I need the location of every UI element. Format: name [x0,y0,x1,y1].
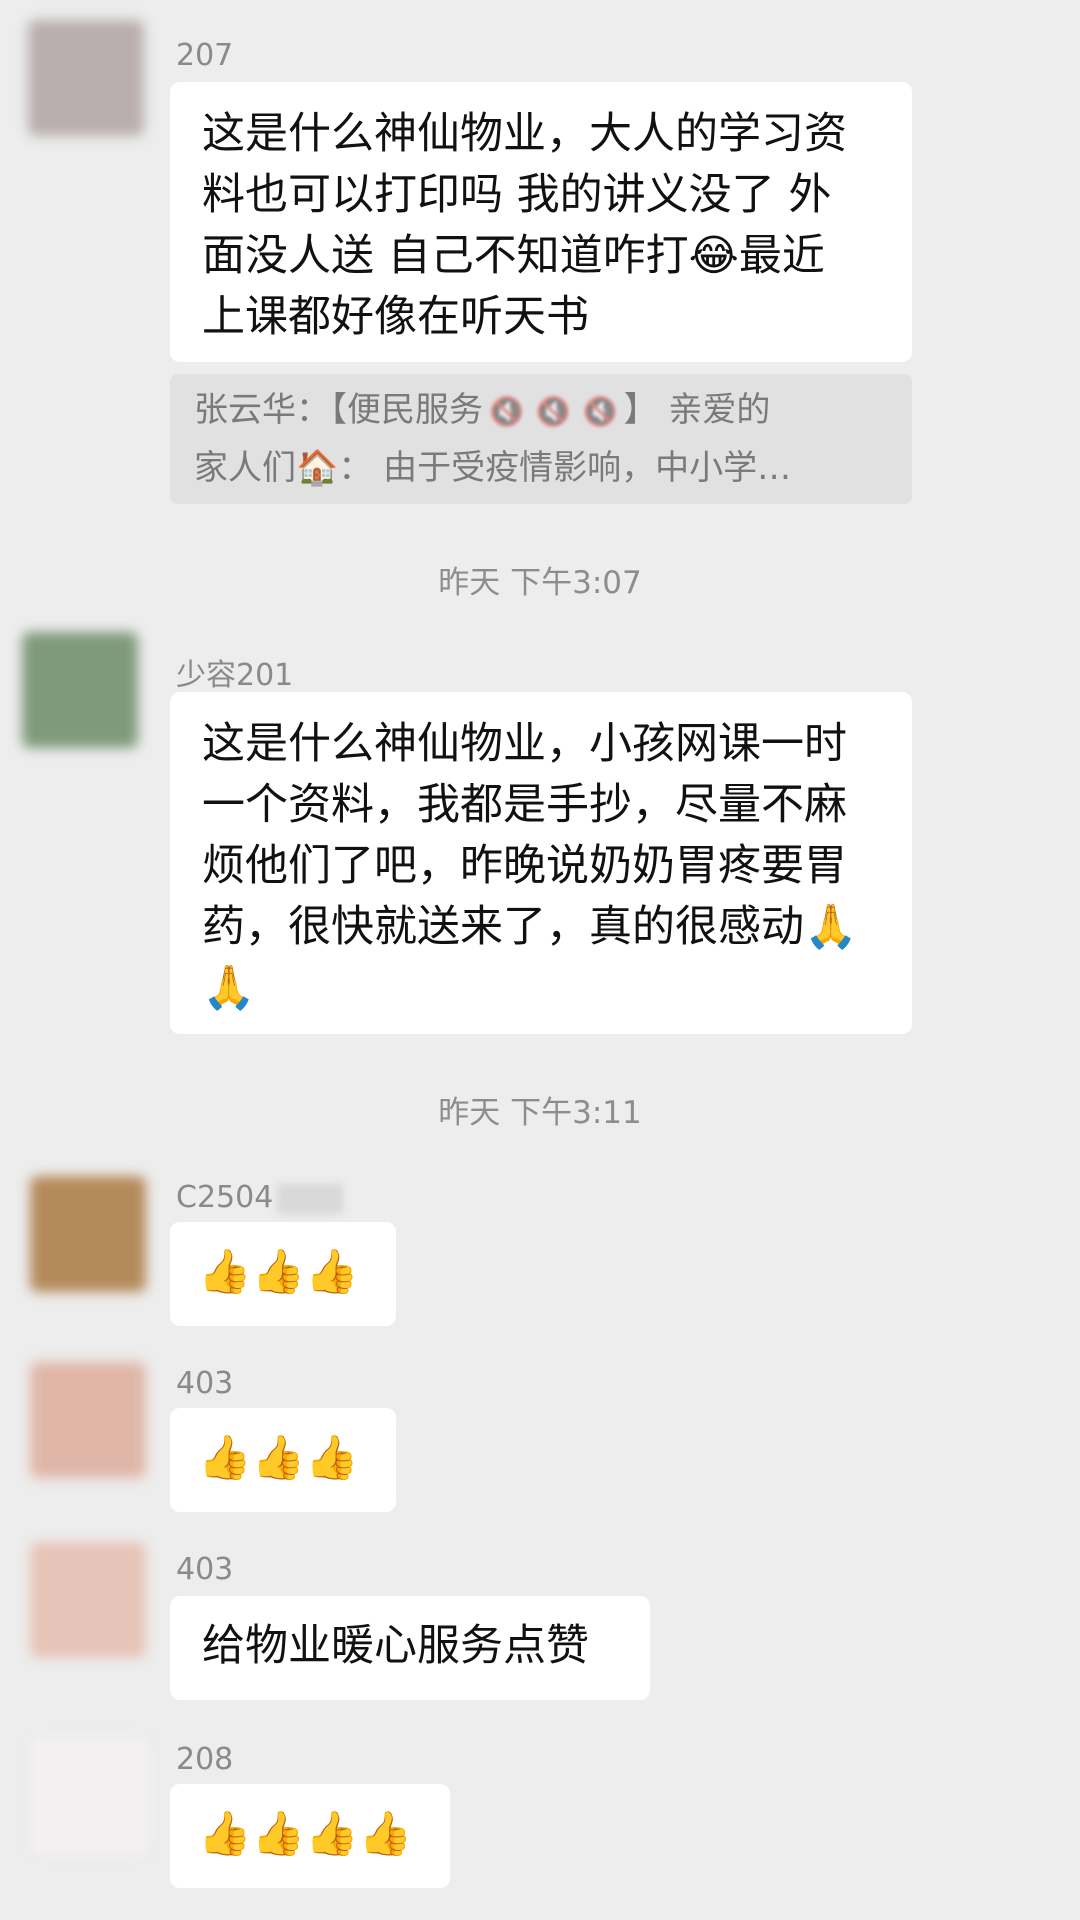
message-line: 给物业暖心服务点赞 [202,1621,589,1671]
quote-line: 家人们🏠： 由于受疫情影响，中小学… [194,448,792,488]
timestamp: 昨天 下午3:11 [438,1095,642,1131]
avatar[interactable] [22,632,138,748]
message-bubble[interactable]: 这是什么神仙物业，小孩网课一时 一个资料，我都是手抄，尽量不麻 烦他们了吧，昨晚… [170,692,912,1034]
avatar[interactable] [30,1176,146,1292]
message-bubble[interactable]: 给物业暖心服务点赞 [170,1596,650,1700]
message-line: 一个资料，我都是手抄，尽量不麻 [202,780,847,830]
message-line: 这是什么神仙物业，大人的学习资 [202,109,847,159]
quoted-message[interactable]: 张云华：【便民服务 🔇 🔇 🔇】 亲爱的 家人们🏠： 由于受疫情影响，中小学… [170,374,912,504]
emoji-text: 👍👍👍 [198,1433,359,1483]
megaphone-icon: 🔇 [489,395,524,428]
message-bubble[interactable]: 这是什么神仙物业，大人的学习资 料也可以打印吗 我的讲义没了 外 面没人送 自己… [170,82,912,362]
sender-name: 403 [176,1552,234,1587]
sender-name: 403 [176,1366,234,1401]
megaphone-icon: 🔇 [535,395,571,428]
message-line: 上课都好像在听天书 [202,292,589,342]
message-bubble[interactable]: 👍👍👍👍 [170,1784,450,1888]
timestamp: 昨天 下午3:07 [438,565,642,601]
emoji-text: 👍👍👍👍 [198,1809,413,1859]
message-line: 烦他们了吧，昨晚说奶奶胃疼要胃 [202,841,847,891]
sender-name: 少容201 [176,658,294,693]
message-line: 这是什么神仙物业，小孩网课一时 [202,719,847,769]
message-line: 面没人送 自己不知道咋打😂最近 [202,231,825,281]
avatar[interactable] [28,20,144,136]
emoji-text: 👍👍👍 [198,1247,359,1297]
message-line: 料也可以打印吗 我的讲义没了 外 [202,170,832,220]
sender-name: 208 [176,1742,234,1777]
avatar[interactable] [32,1738,148,1854]
avatar[interactable] [30,1542,146,1658]
megaphone-icon: 🔇 [582,395,618,428]
sender-name: 207 [176,38,234,73]
message-line: 药，很快就送来了，真的很感动🙏 [202,902,858,952]
message-line: 🙏 [202,963,256,1013]
message-bubble[interactable]: 👍👍👍 [170,1408,396,1512]
message-bubble[interactable]: 👍👍👍 [170,1222,396,1326]
redacted-text [277,1183,344,1214]
quote-line: 张云华：【便民服务 🔇 🔇 🔇】 亲爱的 [194,382,888,440]
sender-name: C2504 [176,1180,344,1215]
avatar[interactable] [30,1362,146,1478]
